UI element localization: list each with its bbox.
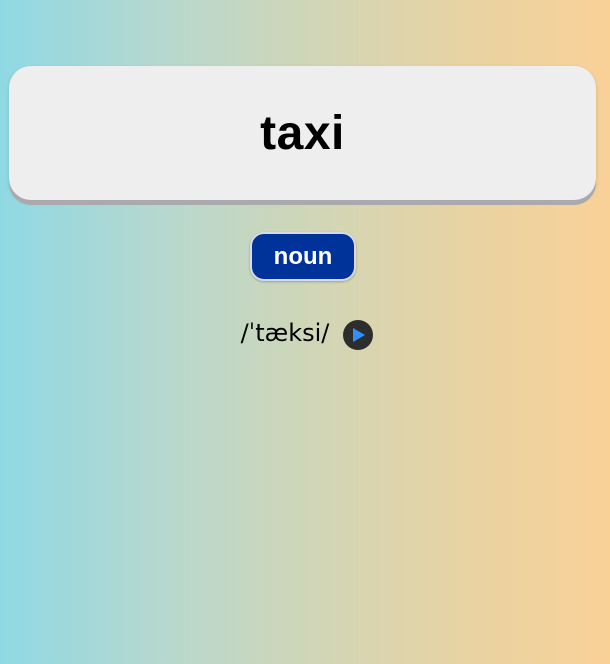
- pronunciation-row: /ˈtæksi/: [0, 315, 610, 351]
- play-audio-button[interactable]: [343, 319, 374, 350]
- phonetic-text: /ˈtæksi/: [240, 319, 330, 347]
- word-card: taxi: [9, 66, 596, 200]
- play-icon: [353, 327, 366, 342]
- word-title: taxi: [260, 106, 345, 160]
- part-of-speech-badge: noun: [250, 232, 356, 281]
